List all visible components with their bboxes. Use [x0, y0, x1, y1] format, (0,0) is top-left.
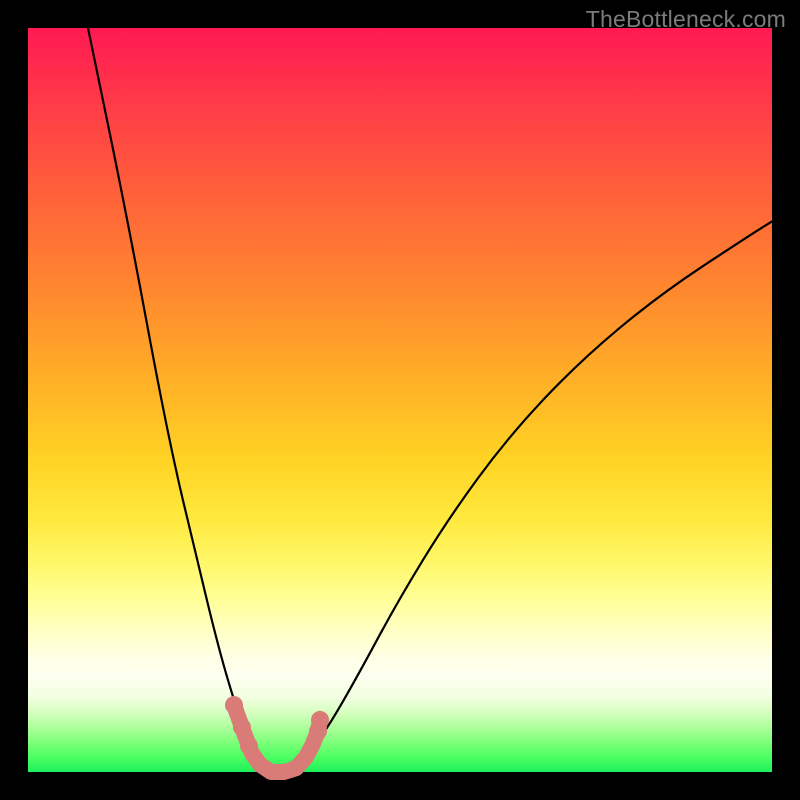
highlight-dot: [240, 737, 258, 755]
highlight-dot: [311, 711, 329, 729]
bottleneck-curve: [88, 28, 772, 772]
chart-frame: TheBottleneck.com: [0, 0, 800, 800]
highlight-dots: [225, 696, 329, 772]
highlight-dot: [225, 696, 243, 714]
highlight-dot: [233, 718, 251, 736]
plot-area: [28, 28, 772, 772]
curve-svg: [28, 28, 772, 772]
